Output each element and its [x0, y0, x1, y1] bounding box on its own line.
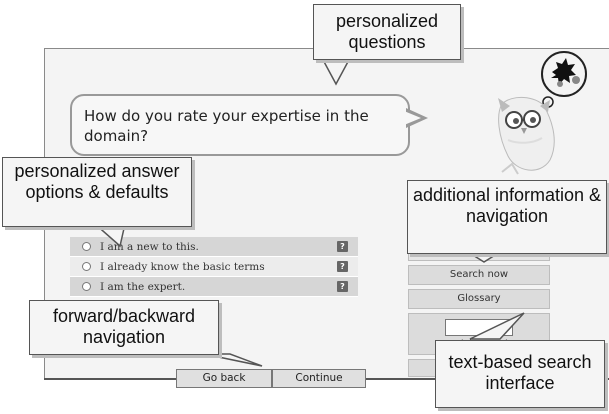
radio-icon[interactable] — [82, 242, 91, 251]
help-icon[interactable]: ? — [337, 261, 348, 272]
answer-option-label: I am a new to this. — [100, 240, 199, 253]
callout-text-based-search: text-based search interface — [435, 340, 605, 408]
answer-option-label: I already know the basic terms — [100, 260, 265, 273]
answer-option-expert[interactable]: I am the expert. ? — [70, 277, 358, 297]
callout-personalized-answers: personalized answer options & defaults — [2, 157, 192, 227]
callout-forward-backward-navigation: forward/backward navigation — [29, 300, 219, 355]
answer-options-list: I am a new to this. ? I already know the… — [70, 237, 358, 297]
callout-personalized-questions: personalized questions — [313, 4, 461, 60]
search-now-button[interactable]: Search now — [408, 265, 550, 285]
glossary-button[interactable]: Glossary — [408, 289, 550, 309]
question-bubble: How do you rate your expertise in the do… — [70, 94, 410, 156]
owl-mascot-icon — [498, 51, 587, 175]
continue-button[interactable]: Continue — [272, 369, 366, 388]
help-icon[interactable]: ? — [337, 281, 348, 292]
quick-search-input[interactable] — [445, 319, 513, 336]
go-back-button[interactable]: Go back — [176, 369, 272, 388]
answer-option-basic[interactable]: I already know the basic terms ? — [70, 257, 358, 277]
answer-option-new[interactable]: I am a new to this. ? — [70, 237, 358, 257]
radio-icon[interactable] — [82, 282, 91, 291]
radio-icon[interactable] — [82, 262, 91, 271]
help-icon[interactable]: ? — [337, 241, 348, 252]
callout-additional-information: additional information & navigation — [407, 180, 607, 254]
answer-option-label: I am the expert. — [100, 280, 186, 293]
